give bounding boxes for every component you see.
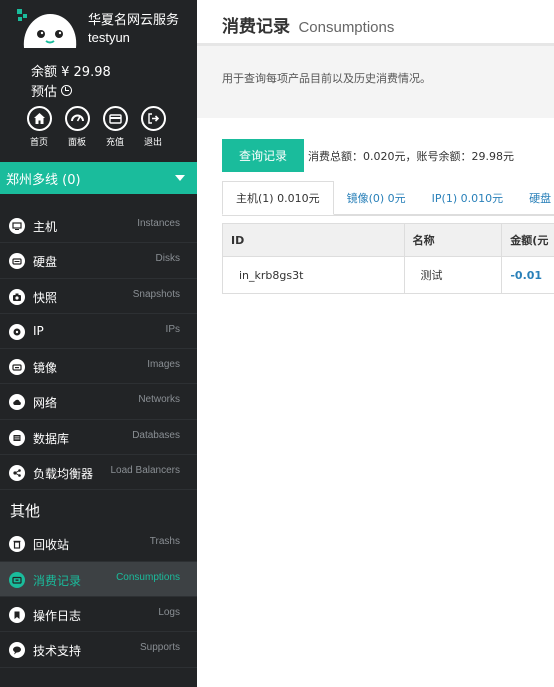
camera-icon [9,288,25,305]
tab-images[interactable]: 镜像(0) 0元 [333,181,419,215]
sidebar-item-logs[interactable]: 操作日志 Logs [0,597,197,633]
sidebar-item-sublabel: Trashs [149,536,180,548]
brand-name: 华夏名网云服务 [88,13,180,28]
sidebar-item-images[interactable]: 镜像 Images [0,349,197,385]
column-header-name[interactable]: 名称 [404,224,503,256]
sidebar-item-label: 快照 [33,290,58,305]
quick-logout-button[interactable]: 退出 [140,106,166,148]
chevron-down-icon [175,175,185,181]
quick-dashboard-label: 面板 [67,138,86,148]
database-icon [9,429,25,446]
table-header-row: ID 名称 金额(元 [223,224,554,256]
sidebar-item-sublabel: Consumptions [116,571,180,583]
sidebar-item-label: 硬盘 [33,255,58,270]
dashboard-icon [70,114,84,122]
cell-amount: -0.01 [510,268,543,282]
quick-home-label: 首页 [29,138,48,148]
sidebar-item-disks[interactable]: 硬盘 Disks [0,243,197,279]
instance-icon [9,218,25,234]
username: testyun [88,30,130,45]
ip-icon [9,323,25,340]
tab-disks[interactable]: 硬盘 [516,181,554,215]
sidebar-item-ips[interactable]: IP IPs [0,314,197,350]
sidebar-item-label: 网络 [33,396,58,411]
quick-dashboard-button[interactable]: 面板 [64,106,90,148]
main-content: 消费记录 Consumptions 用于查询每项产品目前以及历史消费情况。 查询… [197,0,554,687]
profile-panel: 华夏名网云服务 testyun 余额 ¥ 29.98 预估 首页 面板 充值 退… [0,0,197,160]
estimate[interactable]: 预估 [31,81,73,100]
home-icon [33,113,45,124]
sidebar-item-instances[interactable]: 主机 Instances [0,208,197,244]
estimate-label: 预估 [31,85,58,100]
tab-ips[interactable]: IP(1) 0.010元 [418,181,517,215]
sidebar-item-sublabel: Instances [137,218,180,229]
bookmark-icon [9,606,25,623]
mascot-logo [17,9,77,48]
sidebar-item-databases[interactable]: 数据库 Databases [0,420,197,456]
sidebar-item-label: 消费记录 [33,573,82,588]
sidebar-item-label: 回收站 [33,538,70,553]
sidebar-item-sublabel: Supports [139,642,180,654]
quick-home-button[interactable]: 首页 [26,106,52,148]
section-title-other: 其他 [10,502,41,521]
clock-icon [61,85,73,96]
logout-icon [147,113,159,124]
balancer-icon [9,465,25,482]
sidebar-item-sublabel: Networks [138,394,180,406]
sidebar-item-label: 操作日志 [33,608,82,623]
image-icon [9,359,25,376]
quick-actions: 首页 面板 充值 退出 [26,106,166,148]
sidebar-item-sublabel: Load Balancers [110,465,181,477]
sidebar-item-label: 主机 [33,220,58,234]
sidebar-item-networks[interactable]: 网络 Networks [0,384,197,420]
sidebar-item-supports[interactable]: 技术支持 Supports [0,632,197,668]
sidebar-item-sublabel: Logs [158,606,180,618]
tab-instances[interactable]: 主机(1) 0.010元 [222,181,334,215]
sidebar-item-load-balancers[interactable]: 负载均衡器 Load Balancers [0,455,197,491]
sidebar-item-label: 技术支持 [33,644,82,659]
quick-logout-label: 退出 [143,138,162,148]
sidebar-item-snapshots[interactable]: 快照 Snapshots [0,279,197,314]
consumption-icon [9,571,25,588]
sidebar-item-label: IP [33,323,44,338]
quick-recharge-button[interactable]: 充值 [102,106,128,148]
disk-icon [9,253,25,270]
cell-name: 测试 [405,257,503,293]
sidebar-item-label: 负载均衡器 [33,467,94,482]
sidebar-item-sublabel: Images [147,359,180,371]
query-records-button[interactable]: 查询记录 [222,139,304,172]
region-label: 郑州多线 (0) [6,172,81,188]
column-header-amount[interactable]: 金额(元 [502,224,554,256]
sidebar-item-trashs[interactable]: 回收站 Trashs [0,526,197,562]
cell-id: in_krb8gs3t [223,257,405,293]
page-description: 用于查询每项产品目前以及历史消费情况。 [197,46,554,118]
sidebar-menu: 主机 Instances 硬盘 Disks 快照 Snapshots IP IP… [0,208,197,668]
column-header-id[interactable]: ID [223,224,405,256]
tab-divider [222,215,554,216]
table-row[interactable]: in_krb8gs3t 测试 -0.01 [223,256,554,293]
cloud-icon [9,394,25,411]
page-header: 消费记录 Consumptions [197,0,554,46]
product-tabs: 主机(1) 0.010元 镜像(0) 0元 IP(1) 0.010元 硬盘 [222,181,554,215]
chat-icon [9,642,25,659]
balance: 余额 ¥ 29.98 [31,65,111,80]
card-icon [108,114,122,124]
sidebar-item-sublabel: Disks [155,253,180,265]
quick-recharge-label: 充值 [105,138,124,148]
page-subtitle: Consumptions [298,19,395,36]
toolbar: 查询记录 消费总额：0.020元，账号余额：29.98元 [222,139,514,172]
consumption-table: ID 名称 金额(元 in_krb8gs3t 测试 -0.01 [222,223,554,294]
consumption-summary: 消费总额：0.020元，账号余额：29.98元 [308,149,514,163]
sidebar-item-label: 镜像 [33,361,58,376]
sidebar-item-consumptions[interactable]: 消费记录 Consumptions [0,561,197,597]
sidebar-item-sublabel: Snapshots [132,288,180,300]
page-title: 消费记录 [222,17,290,37]
trash-icon [9,536,25,553]
region-selector[interactable]: 郑州多线 (0) [0,162,197,194]
sidebar-item-label: 数据库 [33,431,70,446]
sidebar-item-sublabel: IPs [165,323,180,335]
sidebar-item-sublabel: Databases [132,429,180,441]
sidebar: 华夏名网云服务 testyun 余额 ¥ 29.98 预估 首页 面板 充值 退… [0,0,197,687]
